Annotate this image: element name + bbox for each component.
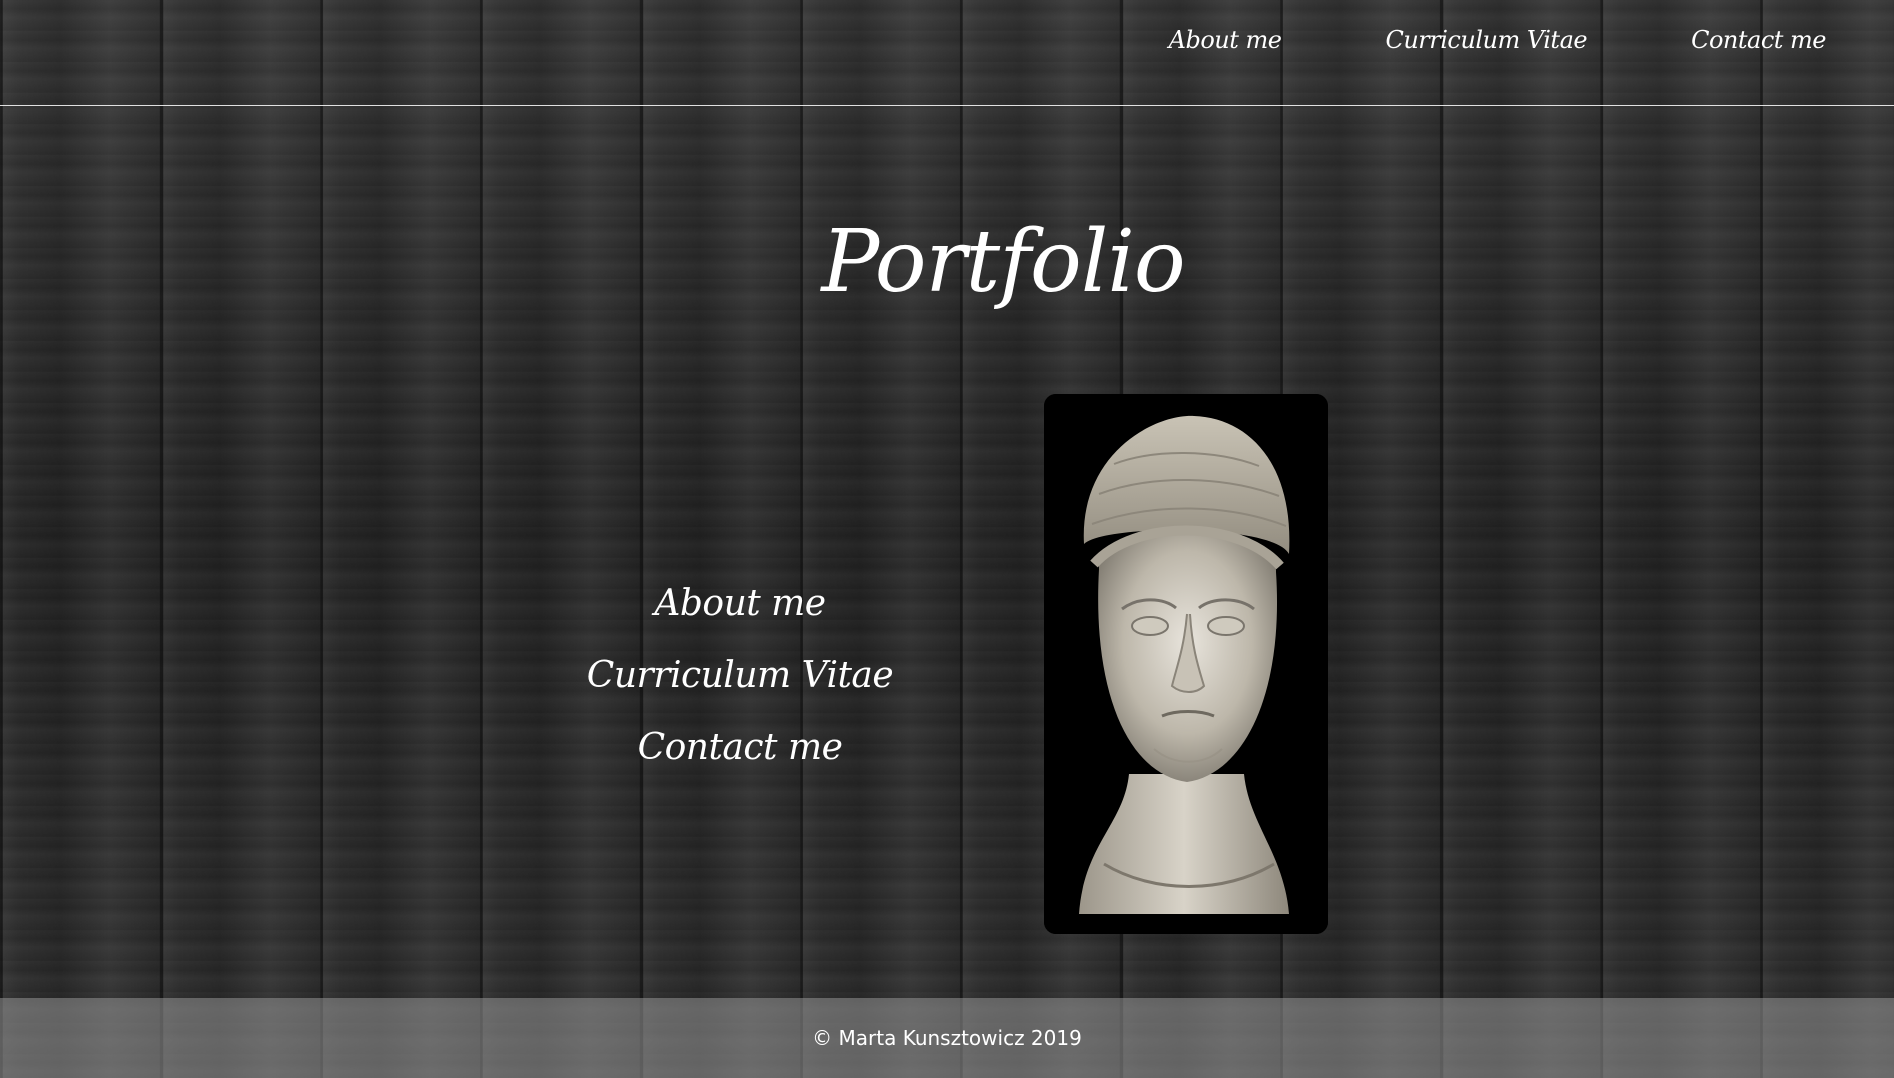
footer-copyright: © Marta Kunsztowicz 2019 [812,1026,1082,1050]
marble-bust-illustration [1044,394,1328,934]
side-menu-contact-me-link[interactable]: Contact me [638,712,843,784]
top-nav-list: About me Curriculum Vitae Contact me [1065,26,1827,54]
portrait-image [1044,394,1328,934]
top-nav-about-me-link[interactable]: About me [1169,26,1282,54]
top-nav-curriculum-vitae-link[interactable]: Curriculum Vitae [1385,26,1587,54]
footer: © Marta Kunsztowicz 2019 [0,998,1894,1078]
top-navigation: About me Curriculum Vitae Contact me [0,0,1894,106]
side-menu-curriculum-vitae-link[interactable]: Curriculum Vitae [587,640,894,712]
page-title: Portfolio [821,212,1185,312]
top-nav-contact-me-link[interactable]: Contact me [1691,26,1826,54]
side-menu-about-me-link[interactable]: About me [654,568,826,640]
side-menu: About me Curriculum Vitae Contact me [540,568,940,784]
